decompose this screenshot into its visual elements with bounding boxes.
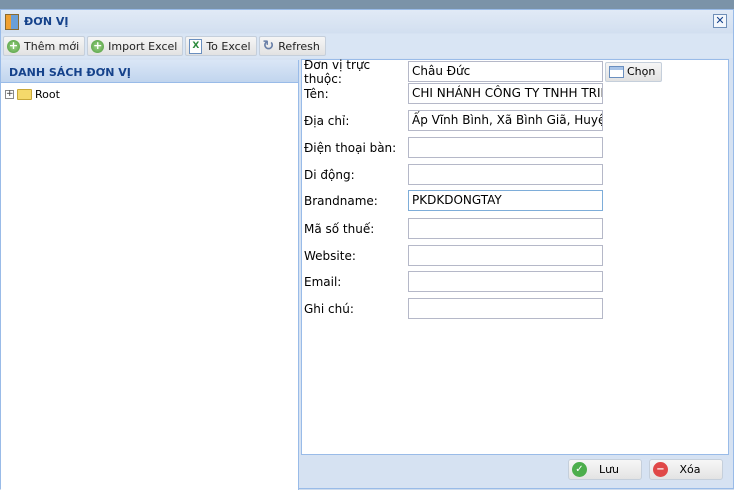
field-tax-code: Mã số thuế: (304, 218, 603, 239)
field-label: Email: (304, 274, 342, 289)
expand-icon[interactable]: + (5, 90, 14, 99)
import-excel-button[interactable]: + Import Excel (87, 36, 184, 56)
close-button[interactable]: ✕ (713, 14, 727, 28)
phone-input[interactable] (408, 137, 603, 158)
field-parent: Đơn vị trực thuộc: Châu Đức Chọn (304, 58, 663, 86)
add-button[interactable]: + Thêm mới (3, 36, 86, 56)
choose-label: Chọn (627, 65, 656, 78)
field-brandname: Brandname: PKDKDONGTAY (304, 190, 603, 211)
address-input[interactable]: Ấp Vĩnh Bình, Xã Bình Giã, Huyện C (408, 110, 603, 131)
plus-icon: + (7, 38, 20, 53)
name-input[interactable]: CHI NHÁNH CÔNG TY TNHH TRIỆU (408, 83, 603, 104)
form-panel: Đơn vị trực thuộc: Châu Đức Chọn Tên: CHI… (301, 58, 729, 455)
delete-label: Xóa (679, 463, 701, 476)
toolbar: + Thêm mới + Import Excel X To Excel ↻ Refre… (1, 34, 733, 58)
delete-button[interactable]: − Xóa (649, 459, 723, 480)
brandname-input[interactable]: PKDKDONGTAY (408, 190, 603, 211)
window: ĐƠN VỊ ✕ + Thêm mới + Import Excel X To Exc… (0, 9, 734, 490)
field-label: Brandname: (304, 193, 378, 208)
field-note: Ghi chú: (304, 298, 603, 319)
tax-code-input[interactable] (408, 218, 603, 239)
mobile-input[interactable] (408, 164, 603, 185)
panel-header: DANH SÁCH ĐƠN VỊ (1, 60, 298, 83)
unit-list-panel: DANH SÁCH ĐƠN VỊ + Root (1, 60, 299, 490)
field-phone: Điện thoại bàn: (304, 137, 603, 158)
to-excel-button[interactable]: X To Excel (185, 36, 257, 56)
field-label: Tên: (304, 86, 329, 101)
field-address: Địa chỉ: Ấp Vĩnh Bình, Xã Bình Giã, Huyện… (304, 110, 603, 131)
add-label: Thêm mới (24, 39, 80, 53)
field-label: Website: (304, 248, 356, 263)
field-mobile: Di động: (304, 164, 603, 185)
field-label: Địa chỉ: (304, 113, 350, 128)
tree-label: Root (35, 88, 60, 101)
field-label: Di động: (304, 167, 355, 182)
export-label: To Excel (206, 39, 251, 53)
website-input[interactable] (408, 245, 603, 266)
choose-button[interactable]: Chọn (605, 61, 663, 82)
refresh-icon: ↻ (262, 38, 275, 54)
field-label: Điện thoại bàn: (304, 140, 397, 155)
note-input[interactable] (408, 298, 603, 319)
field-email: Email: (304, 271, 603, 292)
window-title: ĐƠN VỊ (24, 15, 69, 28)
save-button[interactable]: ✓ Lưu (568, 459, 642, 480)
footer-buttons: ✓ Lưu − Xóa (568, 459, 723, 480)
field-label: Ghi chú: (304, 301, 354, 316)
tree-node-root[interactable]: + Root (1, 83, 298, 106)
top-strip (0, 0, 734, 9)
check-icon: ✓ (572, 462, 587, 477)
plus-icon: + (91, 38, 105, 53)
import-label: Import Excel (108, 39, 178, 53)
parent-input[interactable]: Châu Đức (408, 61, 603, 82)
refresh-button[interactable]: ↻ Refresh (258, 36, 326, 56)
refresh-label: Refresh (278, 39, 320, 53)
minus-icon: − (653, 462, 668, 477)
field-label: Đơn vị trực thuộc: (304, 57, 371, 86)
window-link-icon (609, 65, 624, 78)
email-input[interactable] (408, 271, 603, 292)
folder-icon (17, 89, 32, 100)
field-website: Website: (304, 245, 603, 266)
building-icon (5, 13, 19, 30)
excel-icon: X (189, 38, 203, 54)
field-label: Mã số thuế: (304, 221, 375, 236)
save-label: Lưu (598, 463, 620, 476)
title-bar: ĐƠN VỊ ✕ (1, 10, 733, 33)
field-name: Tên: CHI NHÁNH CÔNG TY TNHH TRIỆU (304, 83, 603, 104)
